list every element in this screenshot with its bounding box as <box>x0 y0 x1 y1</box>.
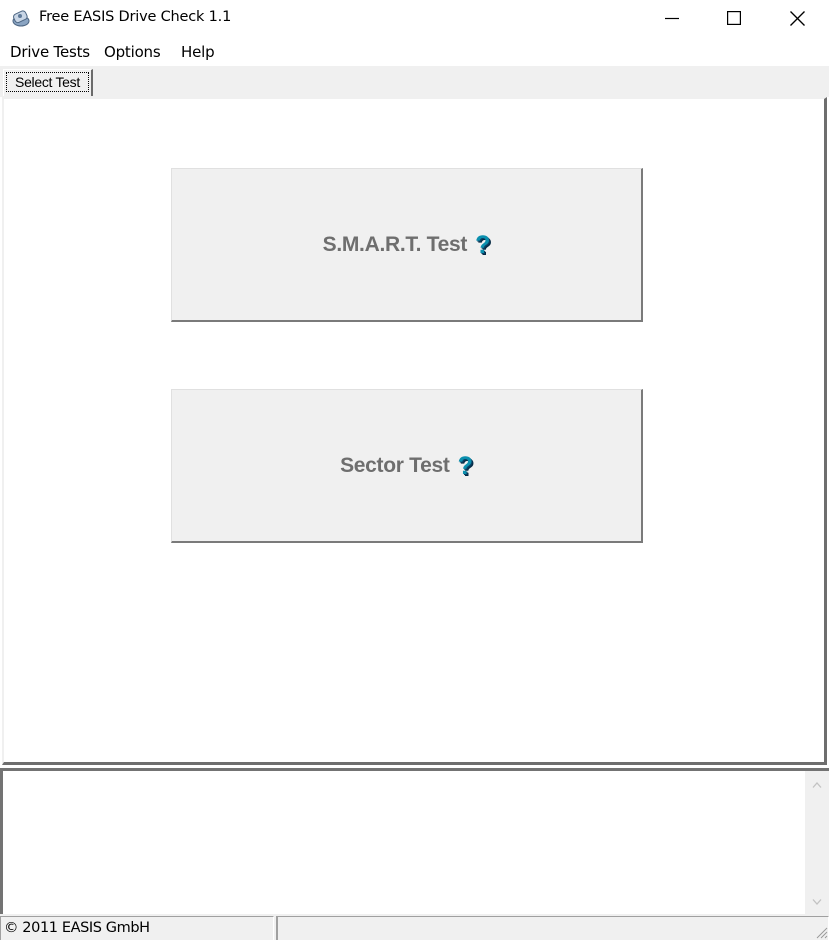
title-bar[interactable]: Free EASIS Drive Check 1.1 <box>0 0 829 38</box>
sector-test-label: Sector Test <box>340 453 450 477</box>
menu-options[interactable]: Options <box>104 43 161 61</box>
minimize-button[interactable] <box>641 0 703 36</box>
window-title: Free EASIS Drive Check 1.1 <box>39 9 232 25</box>
log-output <box>0 768 829 914</box>
menu-help[interactable]: Help <box>181 43 215 61</box>
help-question-icon: ? <box>475 231 491 259</box>
close-icon <box>789 10 805 26</box>
menu-drive-tests[interactable]: Drive Tests <box>10 43 90 61</box>
status-bar: © 2011 EASIS GmbH <box>0 914 829 940</box>
sector-test-button[interactable]: Sector Test ? <box>171 389 643 543</box>
tab-label: Select Test <box>6 72 89 92</box>
help-question-icon: ? <box>457 452 473 480</box>
maximize-button[interactable] <box>703 0 765 36</box>
tab-strip: Select Test <box>0 66 829 97</box>
close-button[interactable] <box>766 0 828 36</box>
menu-bar: Drive Tests Options Help <box>0 38 829 66</box>
smart-test-button[interactable]: S.M.A.R.T. Test ? <box>171 168 643 322</box>
chevron-up-icon <box>812 782 822 788</box>
resize-grip-icon[interactable] <box>814 925 828 939</box>
status-pane-copyright: © 2011 EASIS GmbH <box>0 916 274 940</box>
maximize-icon <box>727 11 741 25</box>
minimize-icon <box>665 17 679 20</box>
smart-test-label: S.M.A.R.T. Test <box>322 232 468 256</box>
status-pane-info <box>276 916 829 940</box>
scroll-down-button[interactable] <box>805 892 829 912</box>
chevron-down-icon <box>812 899 822 905</box>
copyright-text: © 2011 EASIS GmbH <box>4 920 150 936</box>
scroll-up-button[interactable] <box>805 775 829 795</box>
drive-icon <box>11 8 31 28</box>
tab-select-test[interactable]: Select Test <box>3 69 93 96</box>
vertical-scrollbar[interactable] <box>805 771 829 914</box>
log-textarea[interactable] <box>3 771 806 914</box>
